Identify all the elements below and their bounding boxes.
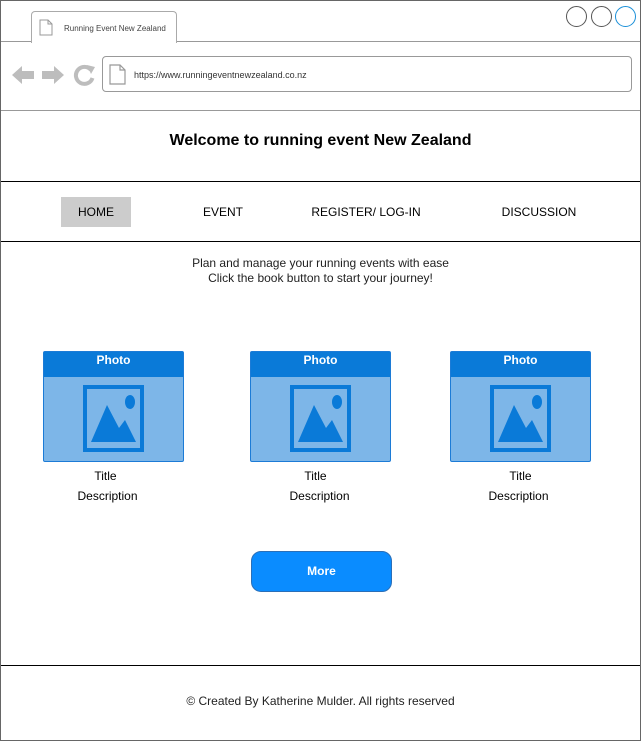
image-placeholder-icon: [490, 385, 551, 452]
main-nav: HOME EVENT REGISTER/ LOG-IN DISCUSSION: [1, 181, 640, 242]
tab-strip: Running Event New Zealand: [1, 1, 640, 43]
url-text: https://www.runningeventnewzealand.co.nz: [134, 70, 307, 80]
card-photo-header: Photo: [251, 352, 390, 377]
forward-arrow-icon[interactable]: [41, 64, 65, 86]
browser-tab[interactable]: Running Event New Zealand: [31, 11, 177, 43]
card-photo-header: Photo: [44, 352, 183, 377]
document-icon: [39, 19, 53, 36]
nav-item-home[interactable]: HOME: [61, 197, 131, 227]
page-footer: © Created By Katherine Mulder. All right…: [1, 665, 640, 740]
nav-item-discussion[interactable]: DISCUSSION: [494, 197, 584, 227]
card-photo: Photo: [250, 351, 391, 462]
card-title: Title: [509, 469, 532, 483]
event-card[interactable]: Photo Title Description: [450, 351, 591, 503]
image-placeholder-icon: [83, 385, 144, 452]
browser-window: Running Event New Zealand https://www.ru…: [0, 0, 641, 741]
card-title: Title: [94, 469, 117, 483]
image-placeholder-icon: [290, 385, 351, 452]
more-button[interactable]: More: [251, 551, 392, 592]
intro-text: Plan and manage your running events with…: [1, 256, 640, 286]
close-button[interactable]: [615, 6, 636, 27]
card-description: Description: [289, 489, 350, 503]
card-title: Title: [304, 469, 327, 483]
minimize-button[interactable]: [566, 6, 587, 27]
footer-copyright: © Created By Katherine Mulder. All right…: [186, 694, 455, 708]
event-card[interactable]: Photo Title Description: [43, 351, 184, 503]
card-photo-header: Photo: [451, 352, 590, 377]
nav-item-event[interactable]: EVENT: [193, 197, 253, 227]
browser-toolbar: https://www.runningeventnewzealand.co.nz: [1, 42, 640, 111]
intro-line-1: Plan and manage your running events with…: [192, 256, 449, 270]
address-bar[interactable]: https://www.runningeventnewzealand.co.nz: [102, 56, 632, 92]
document-icon: [109, 64, 126, 85]
page-title: Welcome to running event New Zealand: [169, 132, 472, 149]
nav-item-register-login[interactable]: REGISTER/ LOG-IN: [301, 197, 431, 227]
intro-line-2: Click the book button to start your jour…: [208, 271, 433, 285]
card-description: Description: [488, 489, 549, 503]
card-photo: Photo: [43, 351, 184, 462]
back-arrow-icon[interactable]: [11, 64, 35, 86]
card-photo: Photo: [450, 351, 591, 462]
reload-icon[interactable]: [72, 64, 96, 86]
maximize-button[interactable]: [591, 6, 612, 27]
card-description: Description: [77, 489, 138, 503]
event-card[interactable]: Photo Title Description: [250, 351, 391, 503]
tab-title: Running Event New Zealand: [64, 24, 166, 33]
